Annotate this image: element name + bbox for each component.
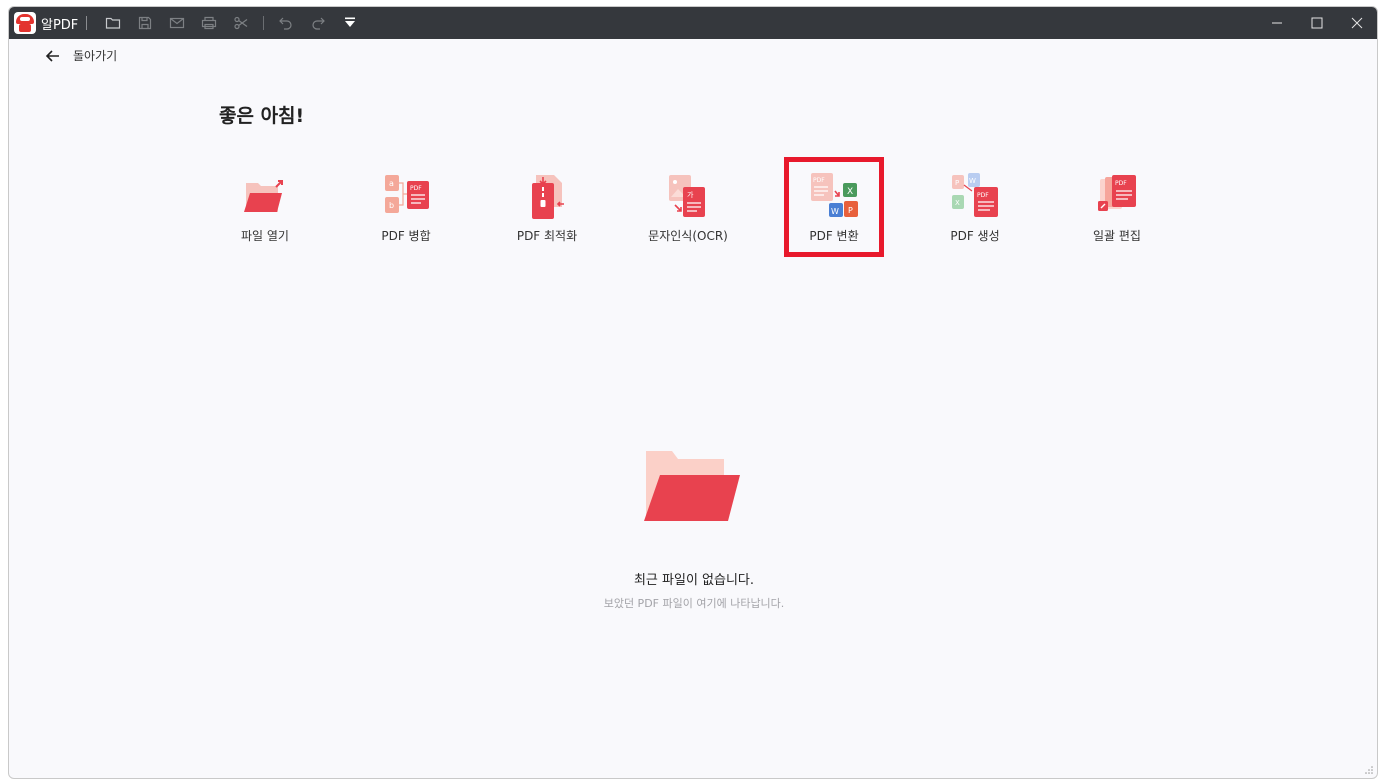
minimize-icon[interactable] xyxy=(1257,7,1297,39)
tool-label: 일괄 편집 xyxy=(1093,229,1141,243)
app-window: 알PDF 돌아가기 좋은 아침! 파일 열기 a b PDF PDF 병합 PD… xyxy=(8,6,1378,779)
maximize-icon[interactable] xyxy=(1297,7,1337,39)
tool-convert-pdf[interactable]: PDF X W P PDF 변환 xyxy=(784,157,884,257)
divider xyxy=(263,16,265,30)
empty-folder-icon xyxy=(644,451,740,521)
tool-label: PDF 최적화 xyxy=(516,229,578,243)
optimize-pdf-icon xyxy=(532,175,564,219)
print-icon[interactable] xyxy=(193,7,225,39)
tool-label: 문자인식(OCR) xyxy=(648,229,728,243)
empty-state-subtitle: 보았던 PDF 파일이 여기에 나타납니다. xyxy=(603,597,785,610)
app-logo xyxy=(14,12,36,34)
ocr-icon: 가 xyxy=(669,175,705,217)
resize-grip-icon[interactable] xyxy=(1365,766,1373,774)
tool-label: 파일 열기 xyxy=(241,229,289,243)
window-controls xyxy=(1257,7,1377,39)
save-icon[interactable] xyxy=(129,7,161,39)
convert-pdf-icon: PDF X W P xyxy=(811,173,858,217)
mail-icon[interactable] xyxy=(161,7,193,39)
scissors-icon[interactable] xyxy=(225,7,257,39)
svg-text:W: W xyxy=(831,207,839,216)
svg-text:X: X xyxy=(847,187,853,197)
tool-merge-pdf[interactable]: a b PDF PDF 병합 xyxy=(356,157,456,257)
tool-label: PDF 생성 xyxy=(950,229,1000,243)
page-title: 좋은 아침! xyxy=(219,105,305,127)
folder-icon[interactable] xyxy=(97,7,129,39)
svg-text:가: 가 xyxy=(687,190,694,199)
svg-text:PDF: PDF xyxy=(1115,180,1127,187)
svg-text:X: X xyxy=(955,199,960,207)
svg-text:b: b xyxy=(389,201,394,210)
arrow-left-icon xyxy=(45,49,59,62)
tool-batch-edit[interactable]: PDF 일괄 편집 xyxy=(1067,157,1167,257)
svg-text:PDF: PDF xyxy=(410,185,422,192)
svg-text:P: P xyxy=(848,206,853,215)
back-label: 돌아가기 xyxy=(73,49,118,63)
svg-text:a: a xyxy=(389,179,394,188)
tool-label: PDF 병합 xyxy=(381,229,431,243)
dropdown-icon[interactable] xyxy=(334,7,366,39)
tool-label: PDF 변환 xyxy=(809,229,859,243)
create-pdf-icon: P W X PDF xyxy=(952,173,998,217)
redo-icon[interactable] xyxy=(302,7,334,39)
undo-icon[interactable] xyxy=(270,7,302,39)
tool-open-file[interactable]: 파일 열기 xyxy=(215,157,315,257)
open-file-icon xyxy=(244,180,283,212)
svg-text:W: W xyxy=(969,177,976,185)
batch-edit-icon: PDF xyxy=(1098,175,1136,211)
back-button[interactable]: 돌아가기 xyxy=(45,47,117,64)
title-bar: 알PDF xyxy=(9,7,1377,39)
svg-text:PDF: PDF xyxy=(977,192,989,199)
tool-optimize-pdf[interactable]: PDF 최적화 xyxy=(497,157,597,257)
merge-pdf-icon: a b PDF xyxy=(385,175,429,213)
close-icon[interactable] xyxy=(1337,7,1377,39)
svg-text:PDF: PDF xyxy=(813,177,825,184)
app-name: 알PDF xyxy=(41,17,79,33)
tool-ocr[interactable]: 가 문자인식(OCR) xyxy=(638,157,738,257)
tool-create-pdf[interactable]: P W X PDF PDF 생성 xyxy=(925,157,1025,257)
divider xyxy=(86,16,88,30)
svg-text:P: P xyxy=(955,179,959,187)
empty-state-title: 최근 파일이 없습니다. xyxy=(633,573,755,588)
